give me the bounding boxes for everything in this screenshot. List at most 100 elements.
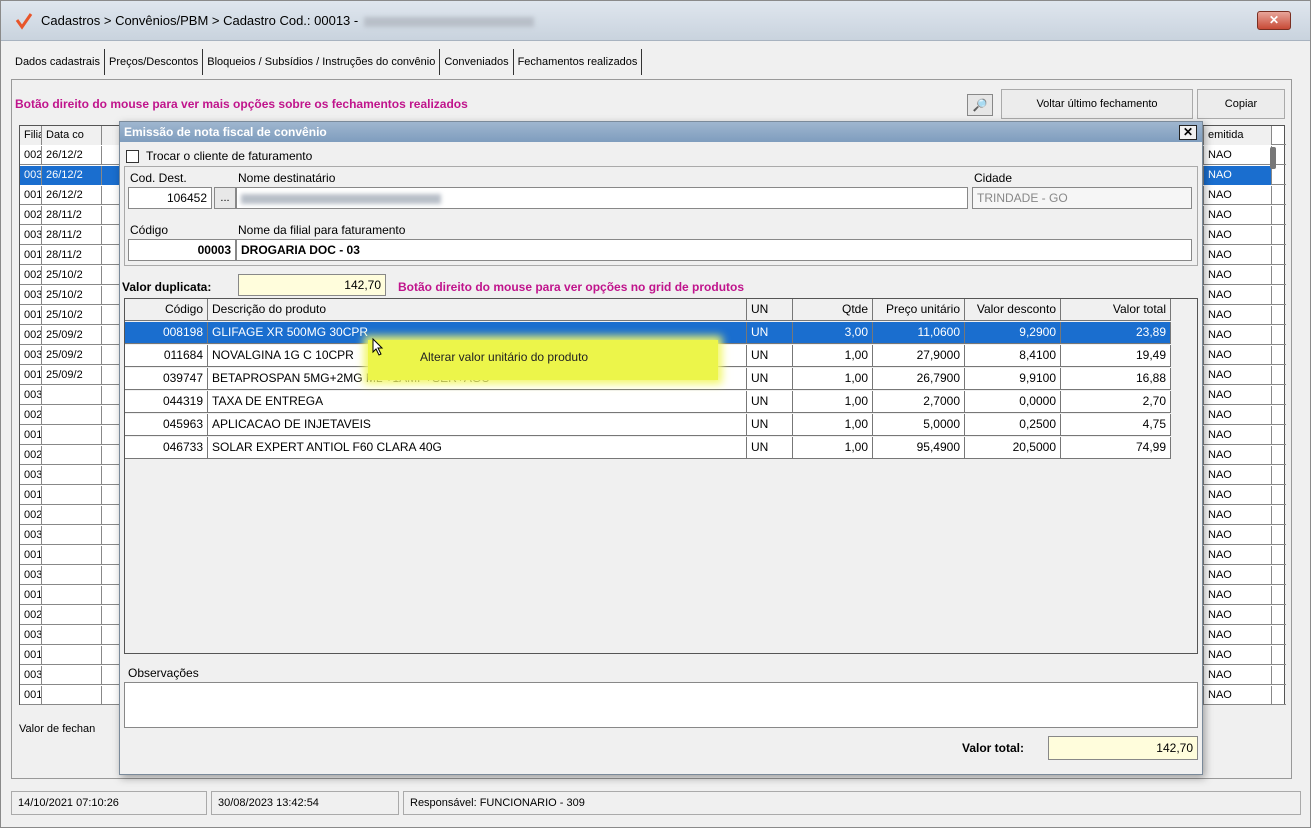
context-menu-item-alterar-valor[interactable]: Alterar valor unitário do produto	[420, 350, 588, 364]
product-cell-un: UN	[747, 368, 793, 390]
trocar-cliente-checkbox[interactable]	[126, 150, 139, 163]
product-cell-preco: 2,7000	[873, 391, 965, 413]
product-row[interactable]: 045963 APLICACAO DE INJETAVEIS UN 1,00 5,000…	[125, 414, 1171, 436]
tab-fechamentos-realizados[interactable]: Fechamentos realizados	[513, 49, 643, 75]
cell-filial: 001	[20, 586, 42, 605]
product-row[interactable]: 044319 TAXA DE ENTREGA UN 1,00 2,7000 0,0000 2…	[125, 391, 1171, 413]
col-data-header[interactable]: Data co	[42, 126, 102, 145]
cell-filial: 002	[20, 506, 42, 525]
cell-emitida: NAO	[1204, 246, 1272, 265]
dialog-close-button[interactable]: ✕	[1179, 125, 1197, 140]
tab-bloqueios[interactable]: Bloqueios / Subsídios / Instruções do co…	[203, 49, 441, 75]
tab-conveniados[interactable]: Conveniados	[440, 49, 514, 75]
product-cell-total: 23,89	[1061, 322, 1171, 344]
cod-dest-label: Cod. Dest.	[130, 171, 187, 185]
product-cell-total: 4,75	[1061, 414, 1171, 436]
tab-precos-descontos[interactable]: Preços/Descontos	[105, 49, 204, 75]
product-cell-codigo: 044319	[125, 391, 208, 413]
product-cell-codigo: 039747	[125, 368, 208, 390]
cell-data: 28/11/2	[42, 206, 102, 225]
cell-filial: 002	[20, 446, 42, 465]
cell-emitida: NAO	[1204, 666, 1272, 685]
cell-filial: 002	[20, 326, 42, 345]
copiar-button[interactable]: Copiar	[1197, 89, 1285, 119]
product-cell-preco: 26,7900	[873, 368, 965, 390]
cell-filial: 001	[20, 546, 42, 565]
cell-emitida: NAO	[1204, 546, 1272, 565]
cell-filial: 002	[20, 406, 42, 425]
nota-fiscal-dialog: Emissão de nota fiscal de convênio ✕ Tro…	[119, 121, 1203, 775]
voltar-ultimo-fechamento-button[interactable]: Voltar último fechamento	[1001, 89, 1193, 119]
col-codigo-header[interactable]: Código	[125, 299, 208, 321]
nome-destinatario-field[interactable]	[236, 187, 968, 209]
cell-data	[42, 646, 102, 665]
tab-strip: Dados cadastrais Preços/Descontos Bloqueio…	[11, 49, 643, 79]
cell-data	[42, 626, 102, 645]
valor-duplicata-field[interactable]: 142,70	[238, 274, 386, 296]
cell-emitida: NAO	[1204, 566, 1272, 585]
search-button[interactable]: 🔎	[967, 94, 993, 116]
codigo-field[interactable]: 00003	[128, 239, 236, 261]
cell-filial: 002	[20, 206, 42, 225]
window-close-button[interactable]: ✕	[1257, 11, 1291, 30]
col-emitida-header[interactable]: emitida	[1204, 126, 1272, 145]
cell-filial: 002	[20, 146, 42, 165]
col-total-header[interactable]: Valor total	[1061, 299, 1171, 321]
cell-data	[42, 446, 102, 465]
codigo-label: Código	[130, 223, 169, 237]
col-un-header[interactable]: UN	[747, 299, 793, 321]
cell-data: 26/12/2	[42, 166, 102, 185]
product-cell-desconto: 0,0000	[965, 391, 1061, 413]
cell-filial: 001	[20, 486, 42, 505]
cell-data: 26/12/2	[42, 146, 102, 165]
cod-dest-field[interactable]: 106452	[128, 187, 212, 209]
product-cell-qtde: 3,00	[793, 322, 873, 344]
redacted-name	[364, 16, 535, 27]
cell-emitida: NAO	[1204, 406, 1272, 425]
col-filial-header[interactable]: Filial	[20, 126, 42, 145]
product-cell-preco: 11,0600	[873, 322, 965, 344]
select-destinatario-button[interactable]: ...	[214, 187, 236, 209]
cidade-field[interactable]: TRINDADE - GO	[972, 187, 1192, 209]
cell-filial: 003	[20, 566, 42, 585]
col-preco-header[interactable]: Preço unitário	[873, 299, 965, 321]
observacoes-field[interactable]	[124, 682, 1198, 728]
product-cell-un: UN	[747, 345, 793, 367]
cell-data: 28/11/2	[42, 226, 102, 245]
cell-emitida: NAO	[1204, 506, 1272, 525]
cell-data: 25/10/2	[42, 266, 102, 285]
product-cell-desconto: 9,9100	[965, 368, 1061, 390]
valor-duplicata-label: Valor duplicata:	[122, 280, 212, 294]
cell-filial: 003	[20, 526, 42, 545]
cell-data: 25/10/2	[42, 306, 102, 325]
tab-dados-cadastrais[interactable]: Dados cadastrais	[11, 49, 105, 75]
cell-data	[42, 386, 102, 405]
cell-data: 25/09/2	[42, 346, 102, 365]
product-row[interactable]: 046733 SOLAR EXPERT ANTIOL F60 CLARA 40G U…	[125, 437, 1171, 459]
cell-filial: 001	[20, 646, 42, 665]
trocar-cliente-label: Trocar o cliente de faturamento	[146, 149, 313, 163]
filial-faturamento-field[interactable]: DROGARIA DOC - 03	[236, 239, 1192, 261]
redacted-nome	[241, 193, 441, 204]
cell-data	[42, 466, 102, 485]
cell-data: 28/11/2	[42, 246, 102, 265]
product-cell-desconto: 8,4100	[965, 345, 1061, 367]
valor-total-label: Valor total:	[962, 741, 1025, 755]
cell-emitida: NAO	[1204, 526, 1272, 545]
cell-data	[42, 486, 102, 505]
product-cell-preco: 95,4900	[873, 437, 965, 459]
valor-total-field[interactable]: 142,70	[1048, 736, 1198, 760]
cell-data: 25/09/2	[42, 366, 102, 385]
cell-emitida: NAO	[1204, 606, 1272, 625]
cell-data	[42, 666, 102, 685]
cell-emitida: NAO	[1204, 486, 1272, 505]
product-cell-qtde: 1,00	[793, 414, 873, 436]
product-cell-preco: 27,9000	[873, 345, 965, 367]
col-qtde-header[interactable]: Qtde	[793, 299, 873, 321]
col-descricao-header[interactable]: Descrição do produto	[208, 299, 747, 321]
dialog-title: Emissão de nota fiscal de convênio	[120, 122, 1202, 142]
grid-scrollbar-thumb[interactable]	[1270, 147, 1276, 169]
col-desconto-header[interactable]: Valor desconto	[965, 299, 1061, 321]
cell-emitida: NAO	[1204, 226, 1272, 245]
product-cell-total: 2,70	[1061, 391, 1171, 413]
